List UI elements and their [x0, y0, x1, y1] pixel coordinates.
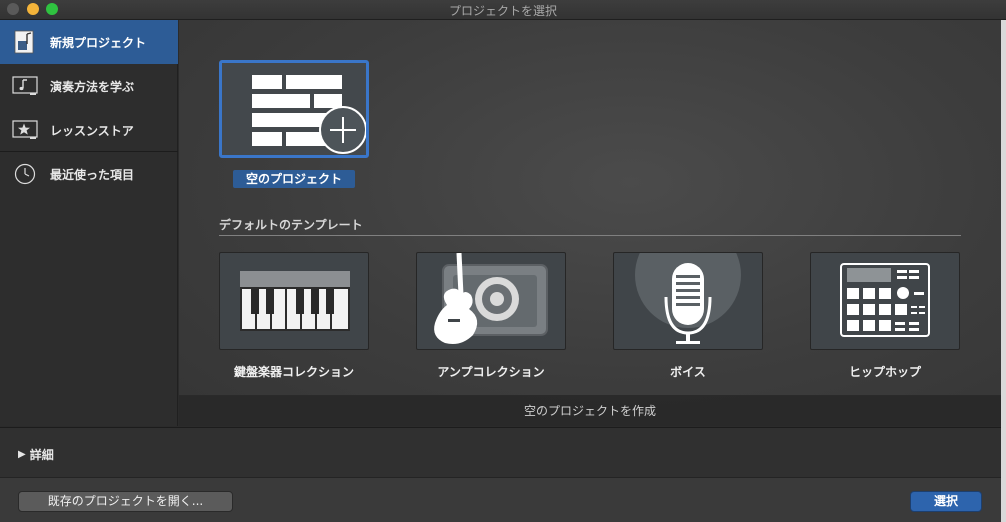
sidebar-item-learn-to-play[interactable]: 演奏方法を学ぶ — [0, 64, 178, 108]
empty-project-tile[interactable] — [219, 60, 369, 158]
template-label: アンプコレクション — [437, 365, 545, 379]
sidebar-item-recent[interactable]: 最近使った項目 — [0, 152, 178, 196]
drum-machine-icon — [840, 263, 930, 337]
select-button[interactable]: 選択 — [910, 491, 982, 512]
keyboard-icon — [240, 271, 350, 331]
open-existing-project-button[interactable]: 既存のプロジェクトを開く... — [18, 491, 233, 512]
title-bar: プロジェクトを選択 — [0, 0, 1006, 20]
empty-project-label[interactable]: 空のプロジェクト — [233, 170, 355, 188]
guitar-amp-icon — [434, 253, 548, 344]
selection-description: 空のプロジェクトを作成 — [179, 395, 1001, 426]
template-label: 鍵盤楽器コレクション — [233, 365, 354, 379]
section-title: デフォルトのテンプレート — [219, 218, 363, 232]
details-disclosure[interactable]: ▶ 詳細 — [18, 446, 54, 463]
sidebar-item-label: レッスンストア — [50, 123, 134, 138]
template-amp-collection[interactable] — [416, 252, 566, 350]
window-title: プロジェクトを選択 — [448, 4, 557, 18]
section-divider — [219, 235, 961, 236]
clock-icon — [12, 163, 38, 185]
template-label: ボイス — [670, 365, 706, 379]
window-edge — [1001, 20, 1006, 522]
sidebar-item-label: 新規プロジェクト — [50, 35, 147, 50]
sidebar-item-label: 演奏方法を学ぶ — [50, 79, 135, 94]
sidebar-item-new-project[interactable]: 新規プロジェクト — [0, 20, 178, 64]
template-label: ヒップホップ — [848, 365, 921, 379]
sidebar: 新規プロジェクト 演奏方法を学ぶ レッスンストア 最近使った項目 — [0, 20, 178, 426]
template-keyboard-collection[interactable] — [219, 252, 369, 350]
new-project-icon — [12, 30, 38, 54]
template-voice[interactable] — [613, 252, 763, 350]
sidebar-item-label: 最近使った項目 — [50, 167, 135, 182]
template-browser: 空のプロジェクト デフォルトのテンプレート 鍵盤楽器コレクション アンプコレクシ… — [179, 20, 1001, 426]
disclosure-triangle-icon: ▶ — [18, 449, 26, 460]
microphone-icon — [635, 253, 741, 344]
details-bar: ▶ 詳細 — [0, 427, 1001, 477]
template-hip-hop[interactable] — [810, 252, 960, 350]
learn-to-play-icon — [12, 75, 38, 97]
empty-project-icon — [252, 75, 367, 154]
details-label: 詳細 — [29, 448, 54, 462]
sidebar-item-lesson-store[interactable]: レッスンストア — [0, 108, 178, 152]
bottom-bar: 既存のプロジェクトを開く... 選択 — [0, 477, 1001, 522]
lesson-store-icon — [12, 119, 38, 141]
